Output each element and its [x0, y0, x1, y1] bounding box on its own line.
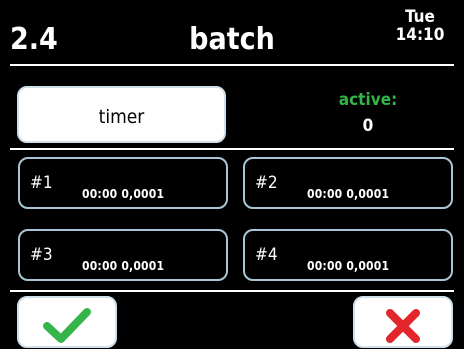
- slot-value: 00:00 0,0001: [307, 187, 390, 201]
- slot-value: 00:00 0,0001: [307, 259, 390, 273]
- slot-number: #4: [255, 245, 278, 265]
- section-divider: [10, 148, 454, 150]
- timer-button[interactable]: timer: [17, 86, 226, 143]
- slot-2-button[interactable]: #2 00:00 0,0001: [243, 157, 453, 209]
- header-divider: [10, 64, 454, 66]
- slot-number: #1: [30, 173, 53, 193]
- active-label: active:: [338, 90, 398, 110]
- clock-time: 14:10: [395, 25, 445, 45]
- active-value: 0: [362, 116, 374, 136]
- cancel-button[interactable]: [353, 296, 453, 348]
- confirm-button[interactable]: [17, 296, 117, 348]
- checkmark-icon: [43, 308, 91, 343]
- timer-button-label: timer: [98, 105, 145, 128]
- slot-4-button[interactable]: #4 00:00 0,0001: [243, 229, 453, 281]
- x-icon: [386, 309, 420, 343]
- footer-divider: [10, 290, 454, 292]
- day-label: Tue: [405, 7, 435, 27]
- slot-1-button[interactable]: #1 00:00 0,0001: [18, 157, 228, 209]
- slot-3-button[interactable]: #3 00:00 0,0001: [18, 229, 228, 281]
- batch-number: 2.4: [10, 22, 58, 57]
- slot-number: #3: [30, 245, 53, 265]
- slot-value: 00:00 0,0001: [82, 187, 165, 201]
- slot-value: 00:00 0,0001: [82, 259, 165, 273]
- slot-number: #2: [255, 173, 278, 193]
